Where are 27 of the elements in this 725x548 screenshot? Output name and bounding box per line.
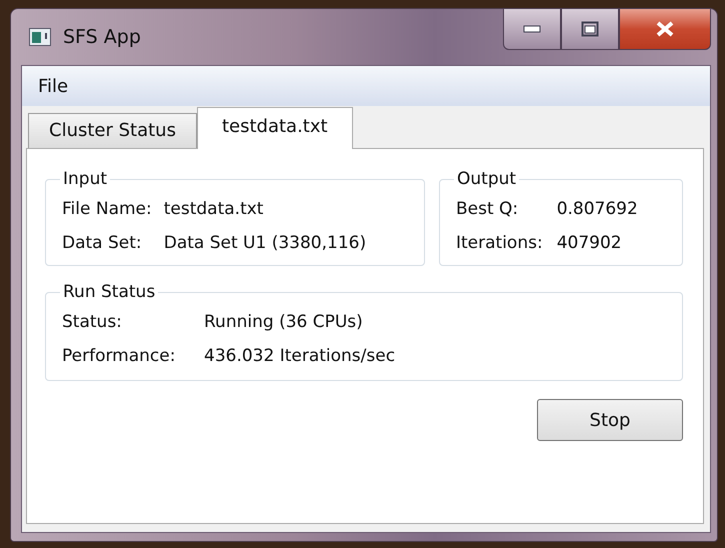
tab[interactable]: Cluster Status — [28, 113, 197, 148]
field-value: 436.032 Iterations/sec — [204, 346, 396, 366]
field-value: Data Set U1 (3380,116) — [164, 233, 366, 253]
menu-item[interactable]: File — [38, 76, 68, 96]
field-label: Iterations: — [456, 233, 543, 253]
maximize-icon — [581, 21, 599, 37]
maximize-button[interactable] — [561, 8, 619, 50]
close-icon — [655, 21, 675, 37]
field-label: Best Q: — [456, 199, 520, 219]
stop-button[interactable]: Stop — [537, 399, 683, 441]
minimize-icon — [523, 25, 541, 33]
window-title: SFS App — [63, 26, 141, 48]
field-value: 0.807692 — [556, 199, 638, 219]
field-label: Status: — [62, 312, 123, 332]
group-title: Output — [456, 169, 518, 189]
tab[interactable]: testdata.txt — [196, 107, 353, 149]
app-window-icon — [29, 28, 51, 46]
field-label: Performance: — [62, 346, 176, 366]
close-button[interactable] — [619, 8, 711, 50]
field-label: File Name: — [62, 199, 152, 219]
group-title: Input — [62, 169, 108, 189]
field-label: Data Set: — [62, 233, 143, 253]
field-value: Running (36 CPUs) — [204, 312, 364, 332]
field-value: testdata.txt — [164, 199, 264, 219]
minimize-button[interactable] — [503, 8, 561, 50]
group-title: Run Status — [62, 282, 156, 302]
field-value: 407902 — [556, 233, 623, 253]
